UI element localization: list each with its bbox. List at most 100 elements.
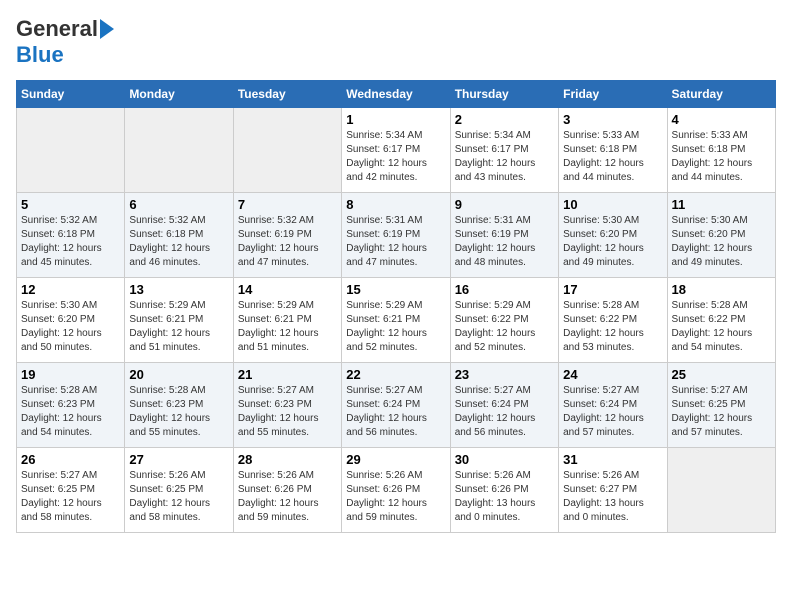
- day-info: Sunrise: 5:29 AM Sunset: 6:21 PM Dayligh…: [346, 299, 445, 355]
- day-number: 3: [563, 112, 662, 127]
- day-number: 12: [21, 282, 120, 297]
- day-number: 17: [563, 282, 662, 297]
- calendar-cell: 6 Sunrise: 5:32 AM Sunset: 6:18 PM Daylig…: [125, 193, 233, 278]
- calendar-cell: [233, 108, 341, 193]
- calendar-cell: [667, 448, 775, 533]
- logo-general: General: [16, 16, 98, 42]
- day-number: 2: [455, 112, 554, 127]
- day-info: Sunrise: 5:31 AM Sunset: 6:19 PM Dayligh…: [455, 214, 554, 270]
- day-info: Sunrise: 5:27 AM Sunset: 6:24 PM Dayligh…: [346, 384, 445, 440]
- calendar-cell: 1 Sunrise: 5:34 AM Sunset: 6:17 PM Daylig…: [342, 108, 450, 193]
- day-number: 16: [455, 282, 554, 297]
- day-number: 15: [346, 282, 445, 297]
- weekday-monday: Monday: [125, 81, 233, 108]
- day-info: Sunrise: 5:26 AM Sunset: 6:26 PM Dayligh…: [455, 469, 554, 525]
- day-number: 23: [455, 367, 554, 382]
- day-number: 25: [672, 367, 771, 382]
- day-number: 13: [129, 282, 228, 297]
- calendar-cell: 29 Sunrise: 5:26 AM Sunset: 6:26 PM Dayli…: [342, 448, 450, 533]
- day-info: Sunrise: 5:26 AM Sunset: 6:26 PM Dayligh…: [238, 469, 337, 525]
- day-info: Sunrise: 5:28 AM Sunset: 6:22 PM Dayligh…: [563, 299, 662, 355]
- calendar-cell: 28 Sunrise: 5:26 AM Sunset: 6:26 PM Dayli…: [233, 448, 341, 533]
- day-number: 21: [238, 367, 337, 382]
- day-info: Sunrise: 5:27 AM Sunset: 6:25 PM Dayligh…: [21, 469, 120, 525]
- weekday-sunday: Sunday: [17, 81, 125, 108]
- day-number: 1: [346, 112, 445, 127]
- day-info: Sunrise: 5:30 AM Sunset: 6:20 PM Dayligh…: [21, 299, 120, 355]
- calendar-cell: 11 Sunrise: 5:30 AM Sunset: 6:20 PM Dayli…: [667, 193, 775, 278]
- calendar-cell: 5 Sunrise: 5:32 AM Sunset: 6:18 PM Daylig…: [17, 193, 125, 278]
- calendar-table: SundayMondayTuesdayWednesdayThursdayFrid…: [16, 80, 776, 533]
- calendar-cell: 16 Sunrise: 5:29 AM Sunset: 6:22 PM Dayli…: [450, 278, 558, 363]
- day-info: Sunrise: 5:30 AM Sunset: 6:20 PM Dayligh…: [563, 214, 662, 270]
- day-number: 7: [238, 197, 337, 212]
- calendar-cell: 19 Sunrise: 5:28 AM Sunset: 6:23 PM Dayli…: [17, 363, 125, 448]
- day-info: Sunrise: 5:32 AM Sunset: 6:18 PM Dayligh…: [21, 214, 120, 270]
- day-info: Sunrise: 5:27 AM Sunset: 6:24 PM Dayligh…: [455, 384, 554, 440]
- day-info: Sunrise: 5:31 AM Sunset: 6:19 PM Dayligh…: [346, 214, 445, 270]
- calendar-cell: [125, 108, 233, 193]
- calendar-cell: 18 Sunrise: 5:28 AM Sunset: 6:22 PM Dayli…: [667, 278, 775, 363]
- calendar-cell: 20 Sunrise: 5:28 AM Sunset: 6:23 PM Dayli…: [125, 363, 233, 448]
- day-number: 26: [21, 452, 120, 467]
- calendar-cell: 7 Sunrise: 5:32 AM Sunset: 6:19 PM Daylig…: [233, 193, 341, 278]
- day-number: 27: [129, 452, 228, 467]
- day-number: 6: [129, 197, 228, 212]
- calendar-cell: [17, 108, 125, 193]
- weekday-tuesday: Tuesday: [233, 81, 341, 108]
- calendar-cell: 12 Sunrise: 5:30 AM Sunset: 6:20 PM Dayli…: [17, 278, 125, 363]
- calendar-cell: 22 Sunrise: 5:27 AM Sunset: 6:24 PM Dayli…: [342, 363, 450, 448]
- day-info: Sunrise: 5:30 AM Sunset: 6:20 PM Dayligh…: [672, 214, 771, 270]
- day-number: 10: [563, 197, 662, 212]
- day-info: Sunrise: 5:32 AM Sunset: 6:18 PM Dayligh…: [129, 214, 228, 270]
- weekday-thursday: Thursday: [450, 81, 558, 108]
- calendar-cell: 26 Sunrise: 5:27 AM Sunset: 6:25 PM Dayli…: [17, 448, 125, 533]
- calendar-cell: 2 Sunrise: 5:34 AM Sunset: 6:17 PM Daylig…: [450, 108, 558, 193]
- calendar-cell: 3 Sunrise: 5:33 AM Sunset: 6:18 PM Daylig…: [559, 108, 667, 193]
- day-number: 29: [346, 452, 445, 467]
- day-number: 20: [129, 367, 228, 382]
- day-info: Sunrise: 5:34 AM Sunset: 6:17 PM Dayligh…: [455, 129, 554, 185]
- day-info: Sunrise: 5:26 AM Sunset: 6:25 PM Dayligh…: [129, 469, 228, 525]
- day-number: 19: [21, 367, 120, 382]
- logo-blue: Blue: [16, 42, 64, 68]
- calendar-cell: 8 Sunrise: 5:31 AM Sunset: 6:19 PM Daylig…: [342, 193, 450, 278]
- day-info: Sunrise: 5:32 AM Sunset: 6:19 PM Dayligh…: [238, 214, 337, 270]
- day-info: Sunrise: 5:27 AM Sunset: 6:24 PM Dayligh…: [563, 384, 662, 440]
- day-info: Sunrise: 5:29 AM Sunset: 6:22 PM Dayligh…: [455, 299, 554, 355]
- day-info: Sunrise: 5:28 AM Sunset: 6:23 PM Dayligh…: [129, 384, 228, 440]
- day-info: Sunrise: 5:29 AM Sunset: 6:21 PM Dayligh…: [129, 299, 228, 355]
- day-number: 4: [672, 112, 771, 127]
- day-number: 31: [563, 452, 662, 467]
- day-number: 9: [455, 197, 554, 212]
- day-info: Sunrise: 5:34 AM Sunset: 6:17 PM Dayligh…: [346, 129, 445, 185]
- day-info: Sunrise: 5:33 AM Sunset: 6:18 PM Dayligh…: [563, 129, 662, 185]
- day-number: 11: [672, 197, 771, 212]
- day-number: 18: [672, 282, 771, 297]
- calendar-cell: 24 Sunrise: 5:27 AM Sunset: 6:24 PM Dayli…: [559, 363, 667, 448]
- day-info: Sunrise: 5:28 AM Sunset: 6:22 PM Dayligh…: [672, 299, 771, 355]
- calendar-cell: 30 Sunrise: 5:26 AM Sunset: 6:26 PM Dayli…: [450, 448, 558, 533]
- day-number: 28: [238, 452, 337, 467]
- day-info: Sunrise: 5:27 AM Sunset: 6:23 PM Dayligh…: [238, 384, 337, 440]
- calendar-cell: 10 Sunrise: 5:30 AM Sunset: 6:20 PM Dayli…: [559, 193, 667, 278]
- day-info: Sunrise: 5:26 AM Sunset: 6:27 PM Dayligh…: [563, 469, 662, 525]
- weekday-wednesday: Wednesday: [342, 81, 450, 108]
- day-number: 8: [346, 197, 445, 212]
- day-number: 22: [346, 367, 445, 382]
- logo-arrow-icon: [100, 19, 114, 39]
- calendar-cell: 14Sunrise: 5:29 AM Sunset: 6:21 PM Dayli…: [233, 278, 341, 363]
- calendar-cell: 31 Sunrise: 5:26 AM Sunset: 6:27 PM Dayli…: [559, 448, 667, 533]
- day-info: Sunrise: 5:28 AM Sunset: 6:23 PM Dayligh…: [21, 384, 120, 440]
- calendar-cell: 21 Sunrise: 5:27 AM Sunset: 6:23 PM Dayli…: [233, 363, 341, 448]
- calendar-cell: 25Sunrise: 5:27 AM Sunset: 6:25 PM Dayli…: [667, 363, 775, 448]
- calendar-cell: 23 Sunrise: 5:27 AM Sunset: 6:24 PM Dayli…: [450, 363, 558, 448]
- day-number: 5: [21, 197, 120, 212]
- day-number: 24: [563, 367, 662, 382]
- day-info: Sunrise: 5:26 AM Sunset: 6:26 PM Dayligh…: [346, 469, 445, 525]
- day-info: Sunrise: 5:33 AM Sunset: 6:18 PM Dayligh…: [672, 129, 771, 185]
- weekday-saturday: Saturday: [667, 81, 775, 108]
- calendar-cell: 13 Sunrise: 5:29 AM Sunset: 6:21 PM Dayli…: [125, 278, 233, 363]
- day-info: Sunrise: 5:29 AM Sunset: 6:21 PM Dayligh…: [238, 299, 337, 355]
- day-number: 30: [455, 452, 554, 467]
